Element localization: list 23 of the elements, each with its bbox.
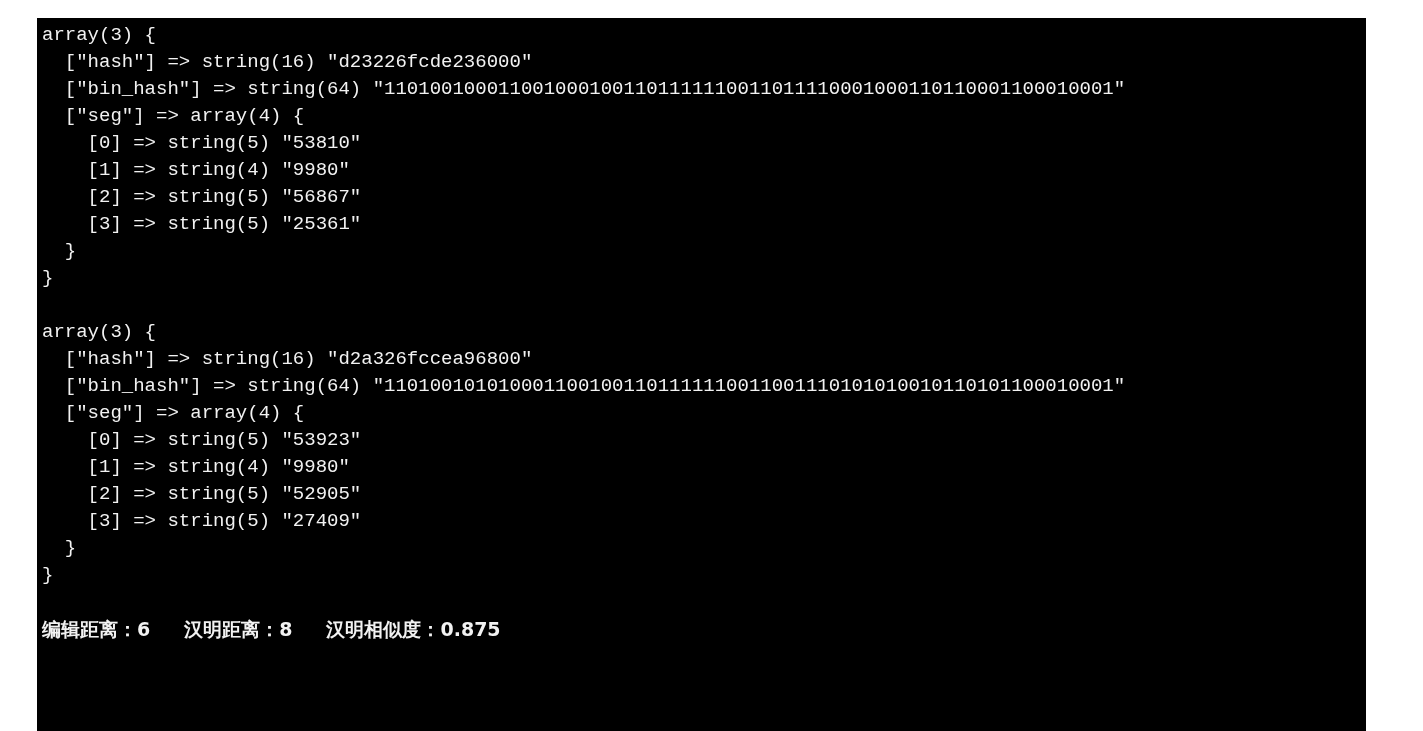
- console-line: [3] => string(5) "27409": [86, 509, 363, 534]
- console-line: [1] => string(4) "9980": [86, 158, 351, 183]
- console-line: ["hash"] => string(16) "d23226fcde236000": [63, 50, 534, 75]
- console-line: ["hash"] => string(16) "d2a326fccea96800": [63, 347, 534, 372]
- console-line: [2] => string(5) "52905": [86, 482, 363, 507]
- console-line: ["bin_hash"] => string(64) "1101001000110010001001101111110011011110001000110110001100010001": [63, 77, 1127, 102]
- console-line: ["seg"] => array(4) {: [63, 104, 306, 129]
- console-line: [0] => string(5) "53923": [86, 428, 363, 453]
- console-line: ["seg"] => array(4) {: [63, 401, 306, 426]
- console-line: }: [63, 536, 78, 561]
- console-line: ["bin_hash"] => string(64) "1101001010100011001001101111110011001110101010010110101100010001": [63, 374, 1127, 399]
- console-line: array(3) {: [42, 23, 158, 48]
- console-line: [0] => string(5) "53810": [86, 131, 363, 156]
- console-line: [2] => string(5) "56867": [86, 185, 363, 210]
- result-text: 汉明距离：8: [184, 617, 293, 642]
- result-text: 编辑距离：6: [42, 617, 151, 642]
- console-line: array(3) {: [42, 320, 158, 345]
- console-line: [1] => string(4) "9980": [86, 455, 351, 480]
- console-line: [3] => string(5) "25361": [86, 212, 363, 237]
- result-text: 汉明相似度：0.875: [326, 617, 501, 642]
- console-line: }: [42, 563, 55, 588]
- console-line: }: [63, 239, 78, 264]
- console-line: }: [42, 266, 55, 291]
